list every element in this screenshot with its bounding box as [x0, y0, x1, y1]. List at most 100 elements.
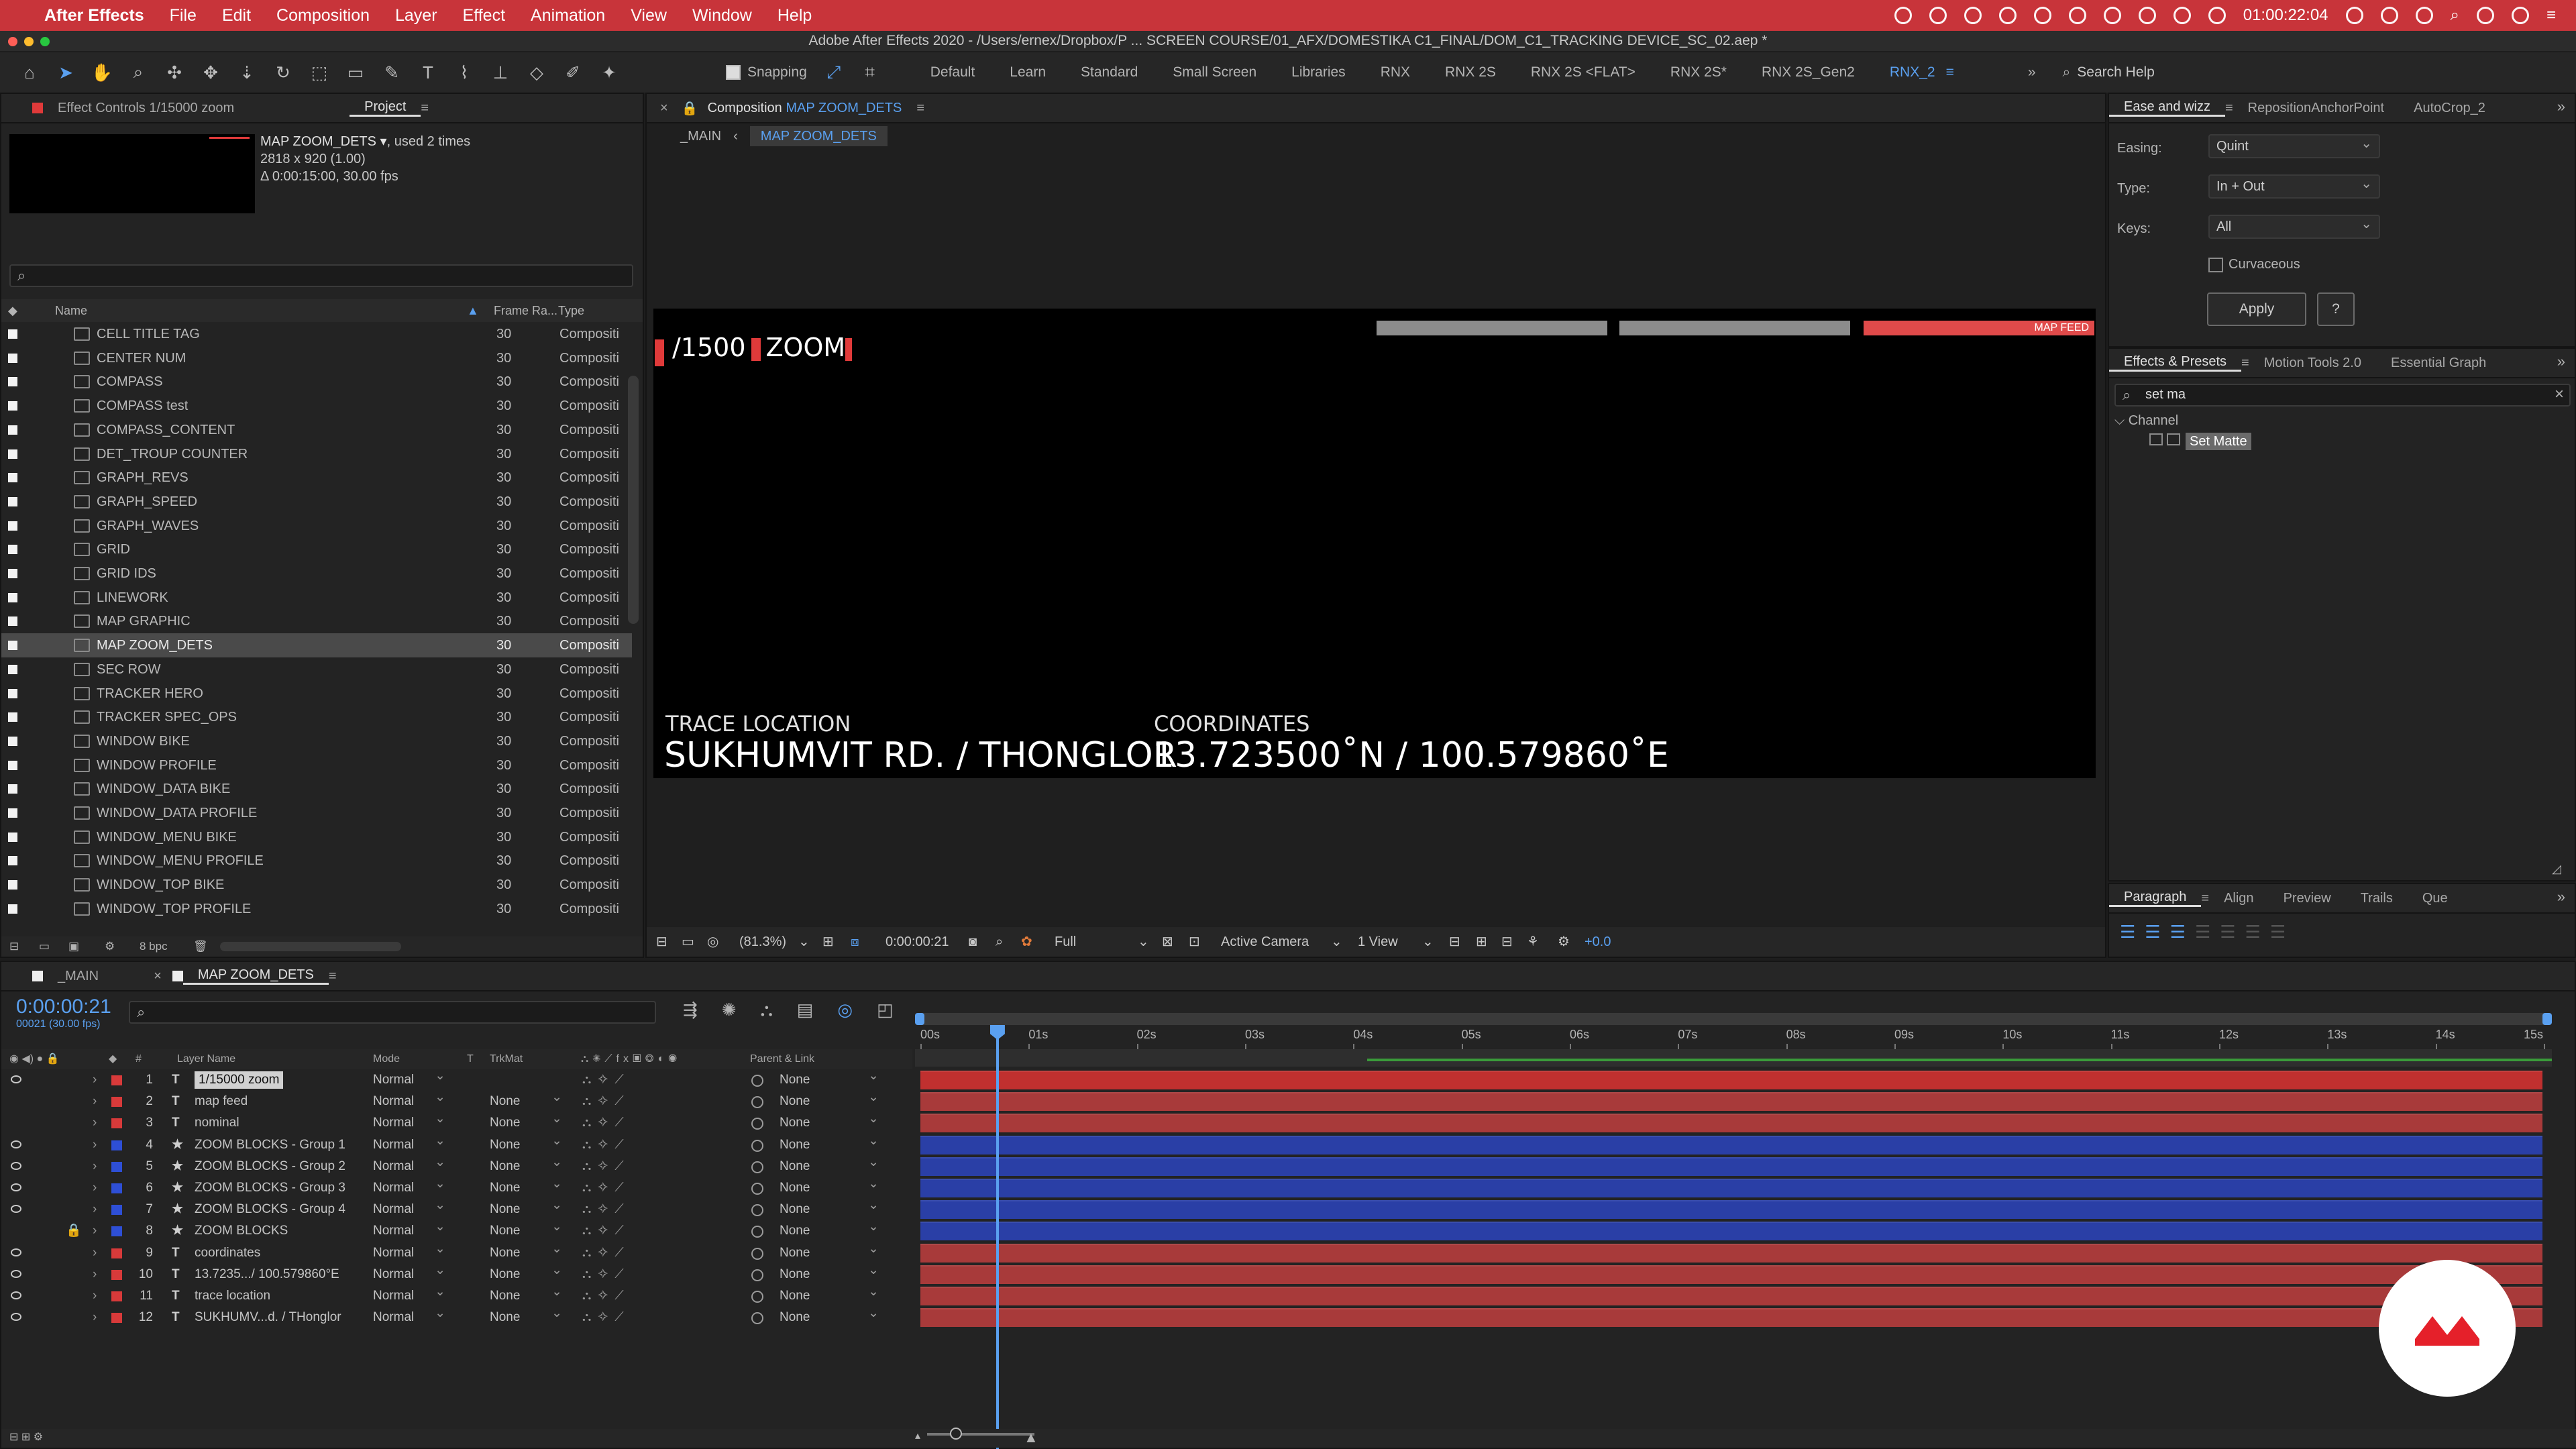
workspace-tab[interactable]: Libraries — [1291, 64, 1346, 80]
label-color[interactable] — [8, 664, 17, 674]
zoom-in-icon[interactable]: ▲ — [1024, 1429, 1038, 1446]
col-mode[interactable]: Mode — [373, 1049, 400, 1069]
status-icon[interactable] — [2103, 7, 2121, 24]
layer-switches[interactable]: ⛬✧⟋ — [582, 1177, 631, 1199]
clear-search-icon[interactable]: × — [2555, 385, 2564, 404]
wifi-icon[interactable] — [2415, 7, 2433, 24]
new-comp-icon[interactable]: ▣ — [68, 936, 79, 957]
layer-switches[interactable]: ⛬✧⟋ — [582, 1199, 631, 1220]
zoom-slider[interactable] — [927, 1428, 1034, 1440]
parent-select[interactable]: None — [780, 1281, 881, 1307]
label-color[interactable] — [8, 641, 17, 651]
col-trkmat[interactable]: TrkMat — [490, 1049, 523, 1069]
resize-handle-icon[interactable]: ◿ — [2552, 862, 2561, 876]
parent-select[interactable]: None — [780, 1152, 881, 1177]
project-item[interactable]: WINDOW_DATA BIKE 30 Compositi — [1, 777, 632, 801]
layer-bar[interactable] — [920, 1265, 2542, 1284]
layer-label-color[interactable] — [111, 1269, 122, 1280]
parent-select[interactable]: None — [780, 1108, 881, 1134]
label-color[interactable] — [8, 377, 17, 387]
parent-pickwhip-icon[interactable] — [751, 1204, 763, 1217]
chevron-left-icon[interactable]: ‹ — [733, 126, 738, 146]
control-center-icon[interactable]: ≡ — [2546, 6, 2556, 25]
layer-bar[interactable] — [920, 1114, 2542, 1133]
panel-tab[interactable]: Trails — [2346, 891, 2408, 906]
column-name[interactable]: Name — [55, 299, 87, 322]
parent-pickwhip-icon[interactable] — [751, 1139, 763, 1152]
project-item[interactable]: GRAPH_REVS 30 Compositi — [1, 466, 632, 490]
snap-option-icon[interactable]: ⌗ — [857, 59, 883, 86]
mask-icon[interactable]: ⊡ — [1189, 927, 1200, 957]
col-t[interactable]: T — [467, 1049, 474, 1069]
status-icon[interactable] — [2068, 7, 2086, 24]
breadcrumb-main[interactable]: _MAIN — [680, 126, 721, 146]
layer-switches[interactable]: ⛬✧⟋ — [582, 1264, 631, 1285]
layer-name[interactable]: nominal — [195, 1112, 239, 1134]
apply-button[interactable]: Apply — [2207, 292, 2306, 326]
hand-tool-icon[interactable]: ✋ — [89, 59, 115, 86]
panel-tab[interactable]: Effects & Presets — [2109, 354, 2242, 372]
layer-search-input[interactable]: ⌕ — [129, 1001, 656, 1024]
layer-row[interactable]: › 12 T SUKHUMV...d. / THonglor Normal None ⛬✧⟋… — [1, 1303, 914, 1328]
col-number[interactable]: # — [136, 1049, 142, 1069]
panel-tab[interactable]: AutoCrop_2 — [2399, 101, 2500, 116]
layer-row[interactable]: ›1T1/15000 zoomNormal⛬✧⟋None — [1, 1065, 914, 1091]
layer-label-color[interactable] — [111, 1291, 122, 1301]
layer-label-color[interactable] — [111, 1161, 122, 1172]
parent-select[interactable]: None — [780, 1303, 881, 1328]
menu-help[interactable]: Help — [777, 6, 812, 25]
project-search-input[interactable]: ⌕ — [9, 264, 633, 287]
time-ruler[interactable]: 00s 01s 02s 03s 04s 05s 06s 07s 08s 09s 10s 11s 12s 1… — [915, 1026, 2552, 1049]
keys-dropdown[interactable]: All — [2208, 213, 2380, 239]
parent-pickwhip-icon[interactable] — [751, 1226, 763, 1238]
layer-row[interactable]: ›6★ZOOM BLOCKS - Group 3NormalNone⛬✧⟋Non… — [1, 1173, 914, 1199]
panel-menu-icon[interactable]: ≡ — [2241, 356, 2249, 371]
toggle-pixel-icon[interactable]: ⊟ — [1449, 927, 1460, 957]
close-window-icon[interactable] — [8, 37, 17, 46]
camera-select[interactable]: Active Camera — [1221, 927, 1309, 957]
layer-bar[interactable] — [920, 1222, 2542, 1241]
timeline-tab-main[interactable]: _MAIN — [43, 969, 113, 984]
project-item[interactable]: TRACKER HERO 30 Compositi — [1, 682, 632, 706]
project-item[interactable]: CELL TITLE TAG 30 Compositi — [1, 322, 632, 346]
effects-group[interactable]: ⌵ Channel — [2114, 413, 2178, 429]
workspace-tab[interactable]: Small Screen — [1173, 64, 1256, 80]
status-icon[interactable] — [2138, 7, 2156, 24]
project-item[interactable]: DET_TROUP COUNTER 30 Compositi — [1, 442, 632, 466]
label-color[interactable] — [8, 545, 17, 555]
expand-chevron-icon[interactable]: › — [93, 1285, 97, 1307]
rotate-tool-icon[interactable]: ↻ — [270, 59, 297, 86]
parent-pickwhip-icon[interactable] — [751, 1269, 763, 1281]
project-item[interactable]: LINEWORK 30 Compositi — [1, 586, 632, 610]
pan-behind-icon[interactable]: ⬚ — [306, 59, 333, 86]
menu-composition[interactable]: Composition — [276, 6, 370, 25]
expand-chevron-icon[interactable]: › — [93, 1307, 97, 1328]
panel-tab[interactable]: Align — [2209, 891, 2268, 906]
label-color[interactable] — [8, 569, 17, 578]
selection-tool-icon[interactable]: ➤ — [52, 59, 79, 86]
reset-exposure-icon[interactable]: ⊞ — [1476, 927, 1487, 957]
view-layout-select[interactable]: 1 View — [1358, 927, 1398, 957]
lock-icon[interactable]: 🔒 — [66, 1220, 82, 1242]
bluetooth-icon[interactable] — [2476, 7, 2494, 24]
status-icon[interactable] — [2173, 7, 2191, 24]
search-help-field[interactable]: Search Help — [2077, 64, 2155, 80]
panel-tab[interactable]: Que — [2408, 891, 2463, 906]
expand-chevron-icon[interactable]: › — [93, 1177, 97, 1199]
menu-animation[interactable]: Animation — [531, 6, 605, 25]
project-item[interactable]: COMPASS test 30 Compositi — [1, 394, 632, 418]
effects-search-input[interactable]: ⌕ set ma × — [2114, 384, 2571, 407]
label-color[interactable] — [8, 353, 17, 363]
label-color[interactable] — [8, 401, 17, 411]
layer-label-color[interactable] — [111, 1205, 122, 1216]
project-item[interactable]: WINDOW_MENU PROFILE 30 Compositi — [1, 849, 632, 873]
shy-icon[interactable]: ⛬ — [761, 1000, 773, 1021]
sort-arrow-icon[interactable]: ▲ — [467, 299, 479, 322]
panel-tab[interactable]: Ease and wizz — [2109, 99, 2225, 117]
frame-blend-icon[interactable]: ▤ — [797, 1000, 814, 1021]
more-panels-icon[interactable]: » — [2557, 353, 2565, 370]
zoom-out-icon[interactable]: ▴ — [915, 1429, 920, 1442]
new-folder-icon[interactable]: ▭ — [39, 936, 50, 957]
parent-pickwhip-icon[interactable] — [751, 1096, 763, 1109]
layer-switches[interactable]: ⛬✧⟋ — [582, 1069, 631, 1091]
